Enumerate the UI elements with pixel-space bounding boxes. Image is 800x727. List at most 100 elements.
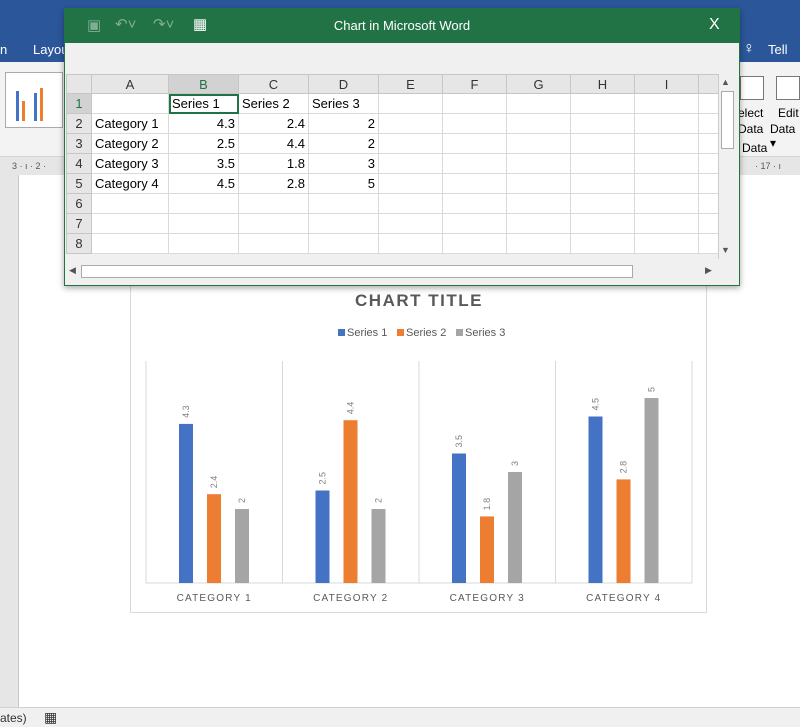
cell-i7[interactable] <box>634 213 699 234</box>
cell-i2[interactable] <box>634 113 699 134</box>
cell-i5[interactable] <box>634 173 699 194</box>
cell-i3[interactable] <box>634 133 699 154</box>
cell-e8[interactable] <box>378 233 443 254</box>
row-header-3[interactable]: 3 <box>66 133 92 154</box>
select-data-label-2[interactable]: Data <box>738 122 763 136</box>
cell-f8[interactable] <box>442 233 507 254</box>
cell-e3[interactable] <box>378 133 443 154</box>
cell-d2[interactable]: 2 <box>308 113 379 134</box>
cell-g1[interactable] <box>506 93 571 114</box>
cell-h7[interactable] <box>570 213 635 234</box>
edit-data-icon[interactable] <box>776 76 800 100</box>
cell-h4[interactable] <box>570 153 635 174</box>
cell-b6[interactable] <box>168 193 239 214</box>
cell-a1[interactable] <box>91 93 169 114</box>
cell-d7[interactable] <box>308 213 379 234</box>
scroll-right-icon[interactable]: ▶ <box>705 265 712 276</box>
cell-c6[interactable] <box>238 193 309 214</box>
cell-i6[interactable] <box>634 193 699 214</box>
legend-entry[interactable]: Series 2 <box>406 327 446 339</box>
vertical-scrollbar[interactable]: ▲ ▼ <box>718 77 736 259</box>
column-header-c[interactable]: C <box>238 74 309 94</box>
cell-h8[interactable] <box>570 233 635 254</box>
scroll-down-icon[interactable]: ▼ <box>721 245 730 255</box>
column-header-d[interactable]: D <box>308 74 379 94</box>
cell-j3[interactable] <box>698 133 719 154</box>
cell-b5[interactable]: 4.5 <box>168 173 239 194</box>
cell-j1[interactable] <box>698 93 719 114</box>
cell-j7[interactable] <box>698 213 719 234</box>
cell-j5[interactable] <box>698 173 719 194</box>
spreadsheet-grid[interactable]: A B C D E F G H I 1 Series 1 Series 2 Series 3 2 Categ… <box>66 74 719 254</box>
cell-a2[interactable]: Category 1 <box>91 113 169 134</box>
edit-data-label-1[interactable]: Edit <box>778 106 799 120</box>
bar[interactable] <box>179 423 193 583</box>
row-header-6[interactable]: 6 <box>66 193 92 214</box>
cell-e7[interactable] <box>378 213 443 234</box>
row-header-1[interactable]: 1 <box>66 93 92 114</box>
cell-g5[interactable] <box>506 173 571 194</box>
cell-g6[interactable] <box>506 193 571 214</box>
scroll-up-icon[interactable]: ▲ <box>721 77 730 87</box>
cell-f6[interactable] <box>442 193 507 214</box>
cell-c1[interactable]: Series 2 <box>238 93 309 114</box>
cell-h1[interactable] <box>570 93 635 114</box>
cell-f1[interactable] <box>442 93 507 114</box>
cell-e5[interactable] <box>378 173 443 194</box>
bar[interactable] <box>616 479 631 583</box>
tab-design[interactable]: n <box>0 42 7 57</box>
bar[interactable] <box>235 509 249 583</box>
bar[interactable] <box>371 509 386 583</box>
cell-i8[interactable] <box>634 233 699 254</box>
cell-e6[interactable] <box>378 193 443 214</box>
cell-c8[interactable] <box>238 233 309 254</box>
bar[interactable] <box>343 420 358 583</box>
cell-c2[interactable]: 2.4 <box>238 113 309 134</box>
cell-d4[interactable]: 3 <box>308 153 379 174</box>
column-header-e[interactable]: E <box>378 74 443 94</box>
legend-entry[interactable]: Series 3 <box>465 327 505 339</box>
bar[interactable] <box>644 398 659 583</box>
cell-i4[interactable] <box>634 153 699 174</box>
edit-data-label-2[interactable]: Data ▾ <box>770 122 800 150</box>
row-header-5[interactable]: 5 <box>66 173 92 194</box>
cell-a3[interactable]: Category 2 <box>91 133 169 154</box>
cell-g3[interactable] <box>506 133 571 154</box>
cell-e4[interactable] <box>378 153 443 174</box>
column-header-i[interactable]: I <box>634 74 699 94</box>
column-header-h[interactable]: H <box>570 74 635 94</box>
row-header-7[interactable]: 7 <box>66 213 92 234</box>
cell-h5[interactable] <box>570 173 635 194</box>
cell-f5[interactable] <box>442 173 507 194</box>
column-header-g[interactable]: G <box>506 74 571 94</box>
cell-e2[interactable] <box>378 113 443 134</box>
close-button[interactable]: X <box>709 16 720 34</box>
cell-b1[interactable]: Series 1 <box>168 93 239 114</box>
chart-title[interactable]: CHART TITLE <box>355 291 483 310</box>
select-data-label-1[interactable]: elect <box>738 106 763 120</box>
bar[interactable] <box>508 472 522 583</box>
row-header-8[interactable]: 8 <box>66 233 92 254</box>
cell-i1[interactable] <box>634 93 699 114</box>
cell-j8[interactable] <box>698 233 719 254</box>
cell-j6[interactable] <box>698 193 719 214</box>
column-header-a[interactable]: A <box>91 74 169 94</box>
row-header-2[interactable]: 2 <box>66 113 92 134</box>
bar[interactable] <box>207 494 221 583</box>
cell-e1[interactable] <box>378 93 443 114</box>
chart[interactable]: CHART TITLE Series 1 Series 2 Series 3 4.3 2.… <box>130 285 707 613</box>
cell-h2[interactable] <box>570 113 635 134</box>
cell-d5[interactable]: 5 <box>308 173 379 194</box>
cell-c3[interactable]: 4.4 <box>238 133 309 154</box>
cell-g4[interactable] <box>506 153 571 174</box>
cell-a8[interactable] <box>91 233 169 254</box>
cell-a6[interactable] <box>91 193 169 214</box>
cell-d1[interactable]: Series 3 <box>308 93 379 114</box>
row-header-4[interactable]: 4 <box>66 153 92 174</box>
bar[interactable] <box>480 516 494 583</box>
cell-b7[interactable] <box>168 213 239 234</box>
scroll-left-icon[interactable]: ◀ <box>69 265 76 276</box>
vertical-scroll-thumb[interactable] <box>721 91 734 149</box>
cell-c5[interactable]: 2.8 <box>238 173 309 194</box>
cell-b8[interactable] <box>168 233 239 254</box>
